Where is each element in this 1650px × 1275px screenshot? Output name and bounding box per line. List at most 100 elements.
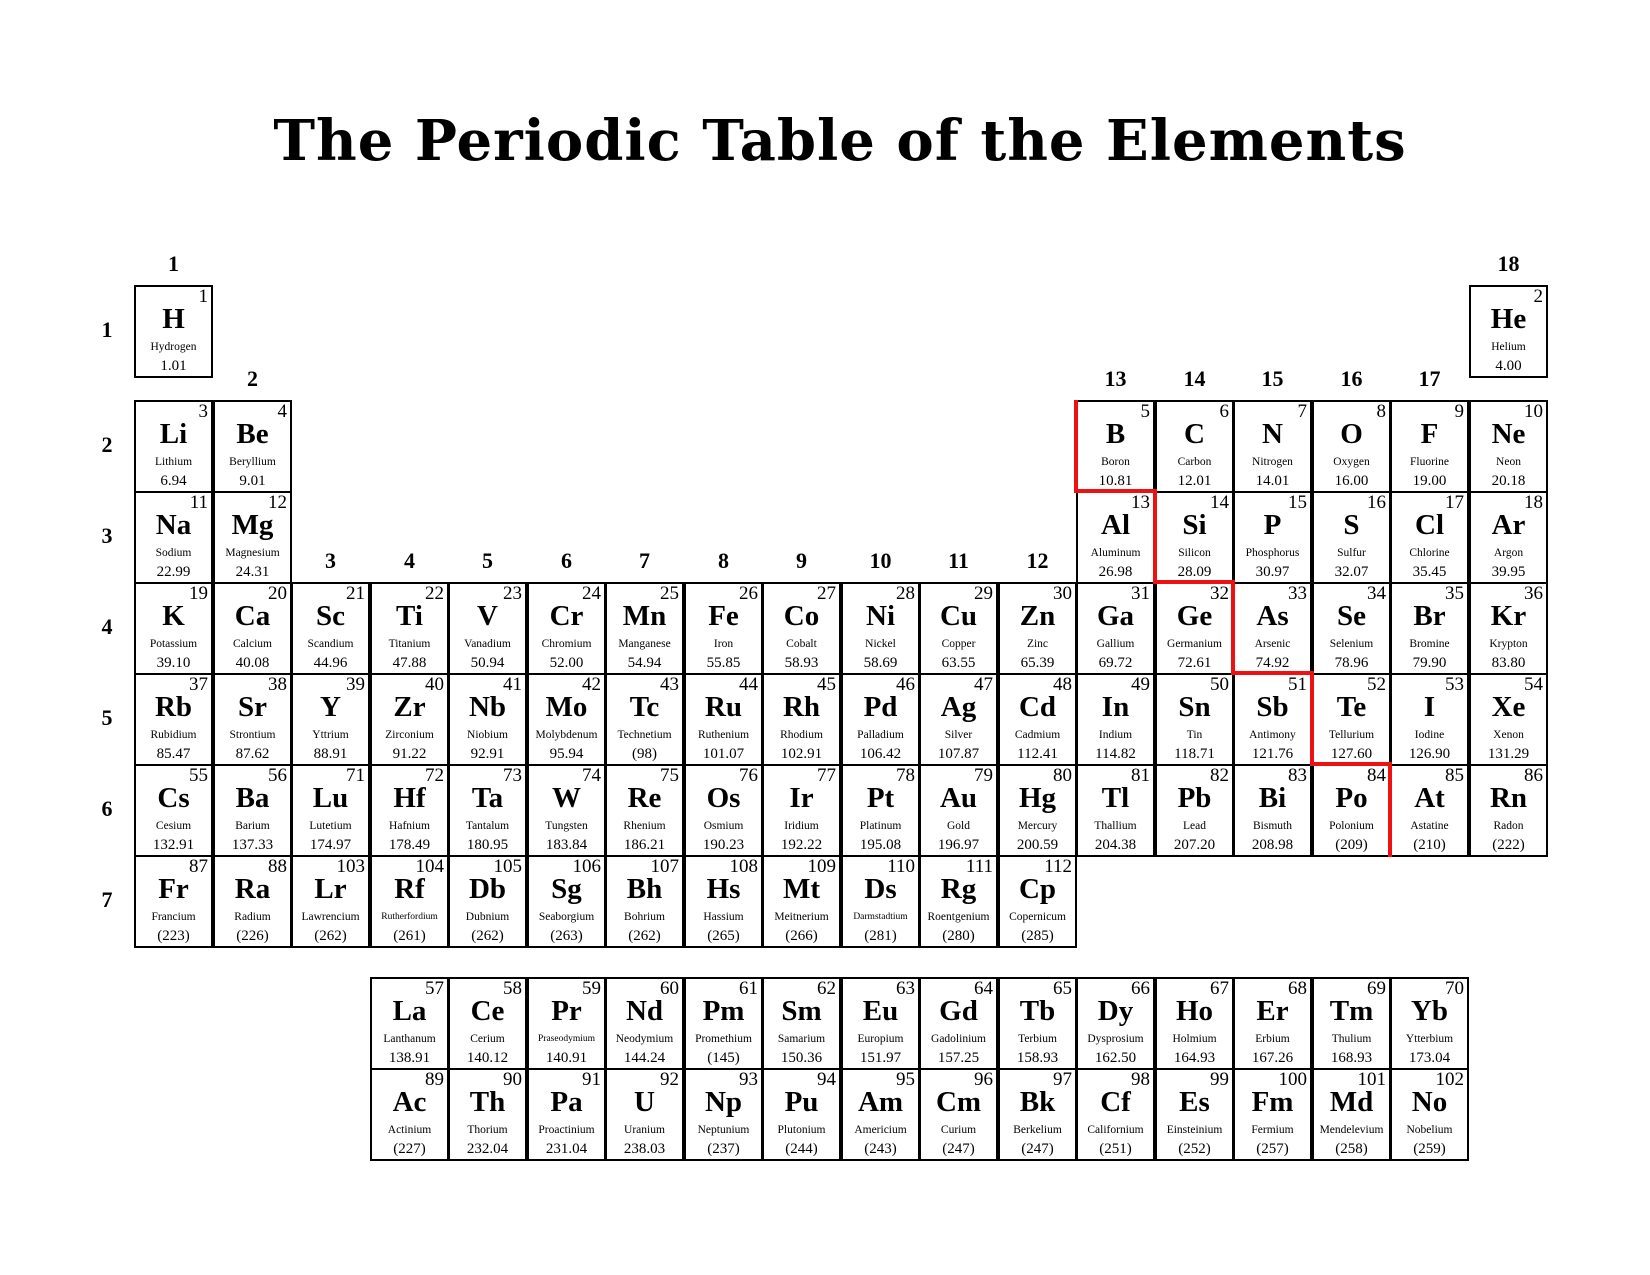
element-symbol: Sn xyxy=(1178,691,1211,723)
element-name: Hafnium xyxy=(389,820,430,832)
element-cell-db: 105 Db Dubnium (262) xyxy=(448,855,527,948)
element-symbol: Be xyxy=(236,418,269,450)
element-name: Cesium xyxy=(155,820,192,832)
element-name: Seaborgium xyxy=(538,911,595,923)
element-symbol: Ar xyxy=(1491,509,1526,541)
element-symbol: Tl xyxy=(1101,782,1130,814)
element-symbol: Ni xyxy=(866,600,895,632)
element-name: Mercury xyxy=(1017,820,1058,832)
atomic-weight: 26.98 xyxy=(1098,564,1133,580)
atomic-weight: 35.45 xyxy=(1412,564,1447,580)
atomic-weight: 208.98 xyxy=(1251,837,1294,853)
staircase-line xyxy=(1155,580,1235,584)
atomic-weight: 150.36 xyxy=(780,1050,823,1066)
element-name: Meitnerium xyxy=(774,911,829,923)
element-cell-mt: 109 Mt Meitnerium (266) xyxy=(762,855,841,948)
element-name: Europium xyxy=(857,1033,904,1045)
atomic-weight: 118.71 xyxy=(1174,746,1215,762)
atomic-weight: 28.09 xyxy=(1177,564,1212,580)
atomic-weight: 231.04 xyxy=(545,1141,588,1157)
group-label: 1 xyxy=(168,251,179,276)
element-name: Platinum xyxy=(859,820,902,832)
element-cell-pa: 91 Pa Proactinium 231.04 xyxy=(527,1068,606,1161)
element-name: Copper xyxy=(941,638,976,650)
element-symbol: Xe xyxy=(1491,691,1526,723)
element-cell-hg: 80 Hg Mercury 200.59 xyxy=(998,764,1077,857)
element-cell-tm: 69 Tm Thulium 168.93 xyxy=(1312,977,1391,1070)
element-name: Lanthanum xyxy=(383,1033,436,1045)
atomic-weight: 162.50 xyxy=(1094,1050,1137,1066)
element-symbol: Mt xyxy=(782,873,821,905)
element-cell-dy: 66 Dy Dysprosium 162.50 xyxy=(1076,977,1155,1070)
element-symbol: Si xyxy=(1182,509,1207,541)
element-cell-sb: 51 Sb Antimony 121.76 xyxy=(1233,673,1312,766)
element-name: Cadmium xyxy=(1014,729,1061,741)
element-cell-pb: 82 Pb Lead 207.20 xyxy=(1155,764,1234,857)
atomic-weight: 88.91 xyxy=(313,746,348,762)
element-symbol: Eu xyxy=(862,995,899,1027)
atomic-weight: 44.96 xyxy=(313,655,348,671)
element-symbol: Hg xyxy=(1018,782,1057,814)
atomic-weight: 101.07 xyxy=(702,746,745,762)
element-name: Indium xyxy=(1098,729,1133,741)
element-name: Chromium xyxy=(541,638,592,650)
element-name: Hassium xyxy=(703,911,744,923)
atomic-weight: 178.49 xyxy=(388,837,431,853)
element-symbol: Ga xyxy=(1096,600,1135,632)
element-name: Rhodium xyxy=(780,729,823,741)
element-name: Radium xyxy=(234,911,271,923)
element-cell-mg: 12 Mg Magnesium 24.31 xyxy=(213,491,292,584)
atomic-weight: 4.00 xyxy=(1495,358,1522,374)
element-symbol: Cu xyxy=(939,600,978,632)
element-symbol: Cs xyxy=(157,782,190,814)
element-name: Osmium xyxy=(703,820,744,832)
element-cell-cp: 112 Cp Copernicum (285) xyxy=(998,855,1077,948)
element-symbol: Cf xyxy=(1100,1086,1131,1118)
element-cell-ce: 58 Ce Cerium 140.12 xyxy=(448,977,527,1070)
element-cell-al: 13 Al Aluminum 26.98 xyxy=(1076,491,1155,584)
element-cell-au: 79 Au Gold 196.97 xyxy=(919,764,998,857)
group-label: 6 xyxy=(561,548,572,573)
atomic-weight: 138.91 xyxy=(388,1050,431,1066)
element-name: Arsenic xyxy=(1254,638,1291,650)
element-cell-pu: 94 Pu Plutonium (244) xyxy=(762,1068,841,1161)
element-name: Potassium xyxy=(149,638,198,650)
element-symbol: Tb xyxy=(1019,995,1056,1027)
element-cell-cm: 96 Cm Curium (247) xyxy=(919,1068,998,1161)
group-label: 4 xyxy=(404,548,415,573)
element-name: Chlorine xyxy=(1409,547,1450,559)
element-name: Hydrogen xyxy=(150,341,197,353)
atomic-weight: (252) xyxy=(1178,1141,1211,1157)
atomic-weight: (258) xyxy=(1335,1141,1368,1157)
element-symbol: Ca xyxy=(234,600,271,632)
element-name: Actinium xyxy=(387,1124,432,1136)
element-name: Rubidium xyxy=(150,729,197,741)
atomic-weight: 30.97 xyxy=(1255,564,1290,580)
atomic-weight: 74.92 xyxy=(1255,655,1290,671)
element-cell-es: 99 Es Einsteinium (252) xyxy=(1155,1068,1234,1161)
element-name: Titanium xyxy=(388,638,431,650)
atomic-weight: 190.23 xyxy=(702,837,745,853)
atomic-weight: 6.94 xyxy=(160,473,187,489)
element-name: Nobelium xyxy=(1406,1124,1453,1136)
element-symbol: Cd xyxy=(1018,691,1057,723)
element-cell-os: 76 Os Osmium 190.23 xyxy=(684,764,763,857)
element-cell-se: 34 Se Selenium 78.96 xyxy=(1312,582,1391,675)
atomic-weight: 174.97 xyxy=(309,837,352,853)
element-symbol: Ge xyxy=(1176,600,1213,632)
group-label: 14 xyxy=(1183,366,1206,391)
element-cell-ta: 73 Ta Tantalum 180.95 xyxy=(448,764,527,857)
atomic-weight: 1.01 xyxy=(160,358,187,374)
element-symbol: Ho xyxy=(1175,995,1214,1027)
element-symbol: Sc xyxy=(316,600,345,632)
element-cell-sr: 38 Sr Strontium 87.62 xyxy=(213,673,292,766)
staircase-line xyxy=(1310,673,1314,766)
element-symbol: Ba xyxy=(235,782,270,814)
element-symbol: B xyxy=(1105,418,1126,450)
element-name: Terbium xyxy=(1018,1033,1057,1045)
element-name: Praseodymium xyxy=(538,1034,595,1044)
element-symbol: Ru xyxy=(704,691,743,723)
period-label: 5 xyxy=(101,705,113,730)
group-label: 2 xyxy=(247,366,258,391)
element-cell-no: 102 No Nobelium (259) xyxy=(1390,1068,1469,1161)
